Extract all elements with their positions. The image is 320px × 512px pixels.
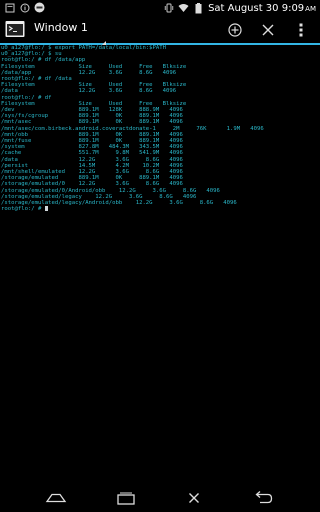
window-title[interactable]: Window 1 (34, 21, 88, 34)
status-date-time: Sat August 30 9:09AM (208, 2, 316, 14)
terminal-line: root@flo:/ # df (1, 94, 52, 101)
terminal-icon[interactable] (5, 20, 25, 38)
terminal-line: /storage/emulated/0 12.2G 3.6G 8.6G 4096 (1, 181, 183, 188)
terminal-line: root@flo:/ # df /data (1, 76, 72, 83)
vibrate-icon (163, 3, 174, 14)
status-bar-notifications (4, 2, 45, 13)
terminal-line: /sys/fs/cgroup 889.1M 0K 889.1M 4096 (1, 113, 183, 120)
terminal-line: /mnt/shell/emulated 12.2G 3.6G 8.6G 4096 (1, 169, 183, 176)
terminal-line: Filesystem Size Used Free Blksize (1, 100, 187, 107)
terminal-line: root@flo:/ # df /data/app (1, 57, 86, 64)
overflow-menu-button[interactable] (290, 19, 312, 41)
return-button[interactable] (249, 487, 277, 509)
terminal-line: /data/app 12.2G 3.6G 8.6G 4096 (1, 69, 177, 76)
terminal-line: /mnt/asec/com.birbeck.android.coveractdo… (1, 125, 264, 132)
status-bar: Sat August 30 9:09AM (0, 0, 320, 16)
add-window-icon (228, 23, 242, 37)
terminal-line: /mnt/fuse 889.1M 0K 889.1M 4096 (1, 138, 183, 145)
back-button[interactable] (42, 487, 70, 509)
terminal-line: /storage/emulated 889.1M 0K 889.1M 4096 (1, 175, 183, 182)
terminal-line: /system 827.8M 484.3M 343.5M 4096 (1, 144, 183, 151)
terminal-line: u0_a127@flo:/ $ export PATH=/data/local/… (1, 45, 167, 51)
status-bar-system: Sat August 30 9:09AM (163, 0, 316, 16)
battery-icon (193, 2, 204, 14)
recent-apps-icon (117, 492, 135, 505)
info-icon (19, 2, 30, 13)
navigation-bar (0, 485, 320, 512)
close-window-icon (262, 24, 274, 36)
terminal-line: /dev 889.1M 128K 888.9M 4096 (1, 107, 183, 114)
app-icon (34, 2, 45, 13)
terminal-line: /data 12.2G 3.6G 8.6G 4096 (1, 88, 177, 95)
back-icon (45, 493, 67, 503)
terminal-line: u0_a127@flo:/ $ su (1, 51, 62, 58)
terminal-line: /data 12.2G 3.6G 8.6G 4096 (1, 156, 183, 163)
terminal-line: Filesystem Size Used Free Blksize (1, 63, 187, 70)
terminal-line: /storage/emulated/legacy 12.2G 3.6G 8.6G… (1, 193, 197, 200)
close-icon (189, 493, 199, 503)
terminal-line: /storage/emulated/0/Android/obb 12.2G 3.… (1, 187, 220, 194)
window-dropdown-icon[interactable] (100, 32, 106, 47)
terminal-line: /mnt/obb 889.1M 0K 889.1M 4096 (1, 131, 183, 138)
terminal-line: /mnt/asec 889.1M 0K 889.1M 4096 (1, 119, 183, 126)
terminal-line: /persist 14.5M 4.2M 10.2M 4096 (1, 162, 183, 169)
add-window-button[interactable] (224, 19, 246, 41)
terminal-text: u0_a127@flo:/ $ export PATH=/data/local/… (0, 45, 320, 212)
wifi-icon (178, 3, 189, 14)
terminal-line: /storage/emulated/legacy/Android/obb 12.… (1, 200, 237, 207)
terminal-cursor (44, 206, 48, 212)
terminal-line: root@flo:/ # (1, 206, 45, 213)
action-bar: Window 1 (0, 16, 320, 47)
recent-apps-button[interactable] (112, 487, 140, 509)
close-button[interactable] (180, 487, 208, 509)
return-icon (255, 491, 273, 504)
terminal-output[interactable]: u0_a127@flo:/ $ export PATH=/data/local/… (0, 45, 320, 485)
terminal-line: /cache 551.7M 9.8M 541.9M 4096 (1, 150, 183, 157)
terminal-line: Filesystem Size Used Free Blksize (1, 82, 187, 89)
notification-icon (4, 2, 15, 13)
overflow-menu-icon (299, 23, 303, 37)
close-window-button[interactable] (257, 19, 279, 41)
